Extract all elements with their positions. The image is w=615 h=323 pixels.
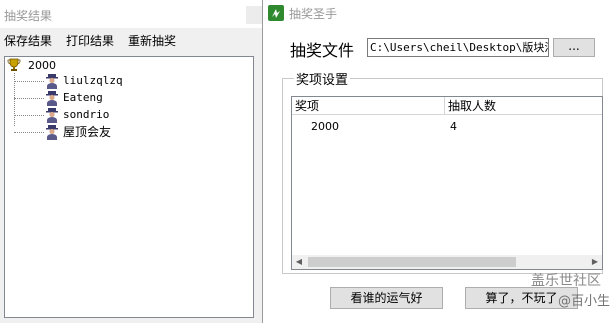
- person-icon: [46, 91, 58, 106]
- person-icon: [46, 108, 58, 123]
- menu-print-results[interactable]: 打印结果: [66, 32, 114, 49]
- scroll-left-arrow-icon[interactable]: ◀: [292, 255, 306, 269]
- watermark-author: @百小生: [558, 294, 611, 309]
- tree-root-label: 2000: [28, 59, 56, 72]
- menu-save-results[interactable]: 保存结果: [4, 32, 52, 49]
- prize-settings-label: 奖项设置: [294, 69, 351, 88]
- scroll-right-arrow-icon[interactable]: ▶: [588, 255, 602, 269]
- lottery-dialog: 抽奖圣手 抽奖文件 C:\Users\cheil\Desktop\版块活 ...…: [262, 0, 615, 323]
- count-cell: 4: [450, 120, 457, 133]
- draw-button[interactable]: 看谁的运气好: [330, 287, 443, 309]
- person-icon: [46, 125, 58, 140]
- file-path-field[interactable]: C:\Users\cheil\Desktop\版块活: [367, 38, 549, 57]
- winner-name: 屋顶会友: [63, 125, 112, 139]
- horizontal-scrollbar[interactable]: ◀ ▶: [292, 255, 602, 269]
- winner-name: Eateng: [63, 91, 103, 104]
- menu-redraw[interactable]: 重新抽奖: [128, 32, 176, 49]
- results-tree[interactable]: 2000 liulzqlzq Eateng sondrio 屋顶会友: [4, 56, 254, 318]
- prize-row[interactable]: 2000 4: [292, 118, 602, 136]
- column-draw-count[interactable]: 抽取人数: [444, 97, 602, 115]
- results-window-title: 抽奖结果: [0, 0, 262, 28]
- app-icon: [268, 5, 284, 21]
- results-menu-bar: 保存结果 打印结果 重新抽奖: [0, 28, 262, 50]
- tree-root-prize[interactable]: 2000: [7, 58, 56, 74]
- winner-name: sondrio: [63, 108, 110, 121]
- watermark-text: 盖乐世社区: [531, 273, 601, 289]
- trophy-icon: [7, 58, 21, 71]
- winner-name: liulzqlzq: [63, 74, 123, 87]
- browse-button[interactable]: ...: [553, 38, 595, 57]
- results-window-titlebar-button[interactable]: [246, 6, 262, 24]
- file-label: 抽奖文件: [290, 41, 355, 60]
- results-window: 抽奖结果 保存结果 打印结果 重新抽奖 2000 liulzqlzq Eaten…: [0, 0, 262, 323]
- dialog-titlebar: 抽奖圣手: [263, 0, 615, 28]
- scrollbar-thumb[interactable]: [308, 257, 516, 267]
- prize-cell: 2000: [311, 120, 339, 133]
- prize-list-header: 奖项 抽取人数: [292, 97, 602, 115]
- dialog-title: 抽奖圣手: [289, 7, 338, 21]
- prize-list[interactable]: 奖项 抽取人数 2000 4 ◀ ▶: [291, 96, 603, 270]
- person-icon: [46, 74, 58, 89]
- column-prize[interactable]: 奖项: [292, 97, 444, 115]
